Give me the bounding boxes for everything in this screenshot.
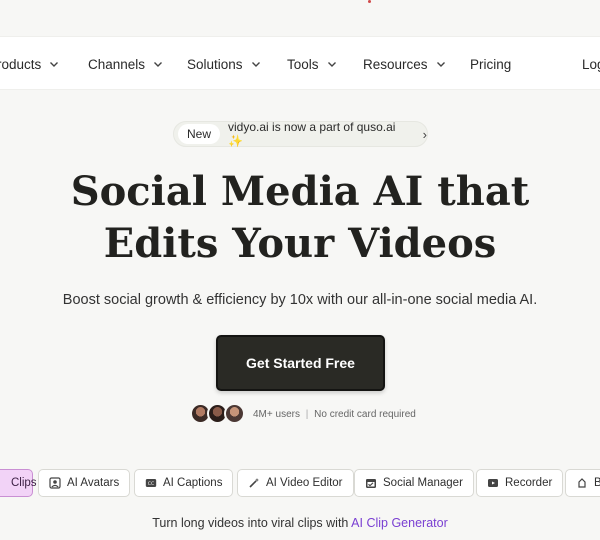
separator: | — [305, 408, 309, 420]
social-proof-text: 4M+ users | No credit card required — [253, 409, 416, 420]
tab-recorder[interactable]: Recorder — [476, 469, 564, 497]
nav-item-pricing[interactable]: Pricing — [470, 37, 511, 91]
get-started-button[interactable]: Get Started Free — [216, 335, 385, 391]
announcement-message: vidyo.ai is now a part of quso.ai ✨ — [228, 120, 396, 148]
tab-label: Clips — [11, 477, 37, 489]
nav-item-label: Solutions — [187, 56, 243, 72]
nav-item-channels[interactable]: Channels — [88, 37, 163, 91]
nav-item-products[interactable]: roducts — [0, 37, 59, 91]
user-avatar-stack — [190, 403, 246, 425]
avatar — [224, 403, 245, 424]
tab-clips[interactable]: Clips — [0, 469, 37, 497]
main-navbar: roducts Channels Solutions Tools Resourc… — [0, 36, 600, 90]
nav-item-solutions[interactable]: Solutions — [187, 37, 261, 91]
nav-item-label: Tools — [287, 56, 319, 72]
nav-item-label: Channels — [88, 56, 146, 72]
hero-headline-line-2: Edits Your Videos — [103, 220, 497, 267]
chevron-down-icon — [327, 59, 337, 69]
tagline-text: Turn long videos into viral clips with — [152, 516, 352, 530]
new-badge: New — [178, 124, 221, 144]
nav-item-resources[interactable]: Resources — [363, 37, 446, 91]
tab-label: AI Avatars — [67, 477, 120, 489]
tab-brand[interactable]: Br — [565, 469, 600, 497]
magic-wand-icon — [248, 477, 260, 489]
hero-subheadline: Boost social growth & efficiency by 10x … — [62, 292, 538, 308]
chevron-right-icon: › — [422, 126, 427, 142]
tab-label: AI Video Editor — [266, 477, 343, 489]
tab-label: AI Captions — [163, 477, 223, 489]
chevron-down-icon — [251, 59, 261, 69]
captions-icon: CC — [145, 477, 157, 489]
top-accent-dot — [368, 0, 371, 3]
social-proof: 4M+ users | No credit card required — [190, 403, 416, 425]
nav-item-label: Resources — [363, 56, 428, 72]
announcement-pill[interactable]: New vidyo.ai is now a part of quso.ai ✨ … — [173, 120, 428, 148]
hero-headline: Social Media AI that Edits Your Videos — [0, 166, 600, 270]
tab-ai-video-editor[interactable]: AI Video Editor — [237, 469, 354, 497]
avatar-icon — [49, 477, 61, 489]
chevron-down-icon — [436, 59, 446, 69]
chevron-down-icon — [49, 59, 59, 69]
tab-ai-captions[interactable]: CC AI Captions — [134, 469, 234, 497]
nav-item-label: roducts — [0, 56, 42, 72]
tab-ai-avatars[interactable]: AI Avatars — [38, 469, 131, 497]
tab-social-manager[interactable]: Social Manager — [354, 469, 474, 497]
nav-item-label: Log — [582, 56, 600, 72]
nav-item-tools[interactable]: Tools — [287, 37, 337, 91]
brand-icon — [576, 477, 588, 489]
svg-text:CC: CC — [148, 481, 154, 487]
tab-label: Br — [594, 477, 600, 489]
hero-headline-line-1: Social Media AI that — [70, 168, 530, 215]
ai-clip-generator-link[interactable]: AI Clip Generator — [351, 516, 448, 530]
tab-label: Social Manager — [383, 477, 463, 489]
tab-label: Recorder — [505, 477, 553, 489]
no-credit-card-note: No credit card required — [314, 408, 416, 420]
nav-item-login[interactable]: Log — [582, 37, 600, 91]
chevron-down-icon — [153, 59, 163, 69]
feature-tagline: Turn long videos into viral clips with A… — [0, 516, 600, 530]
record-icon — [487, 477, 499, 489]
calendar-icon — [365, 477, 377, 489]
nav-item-label: Pricing — [470, 56, 512, 72]
users-count: 4M+ users — [253, 408, 300, 420]
